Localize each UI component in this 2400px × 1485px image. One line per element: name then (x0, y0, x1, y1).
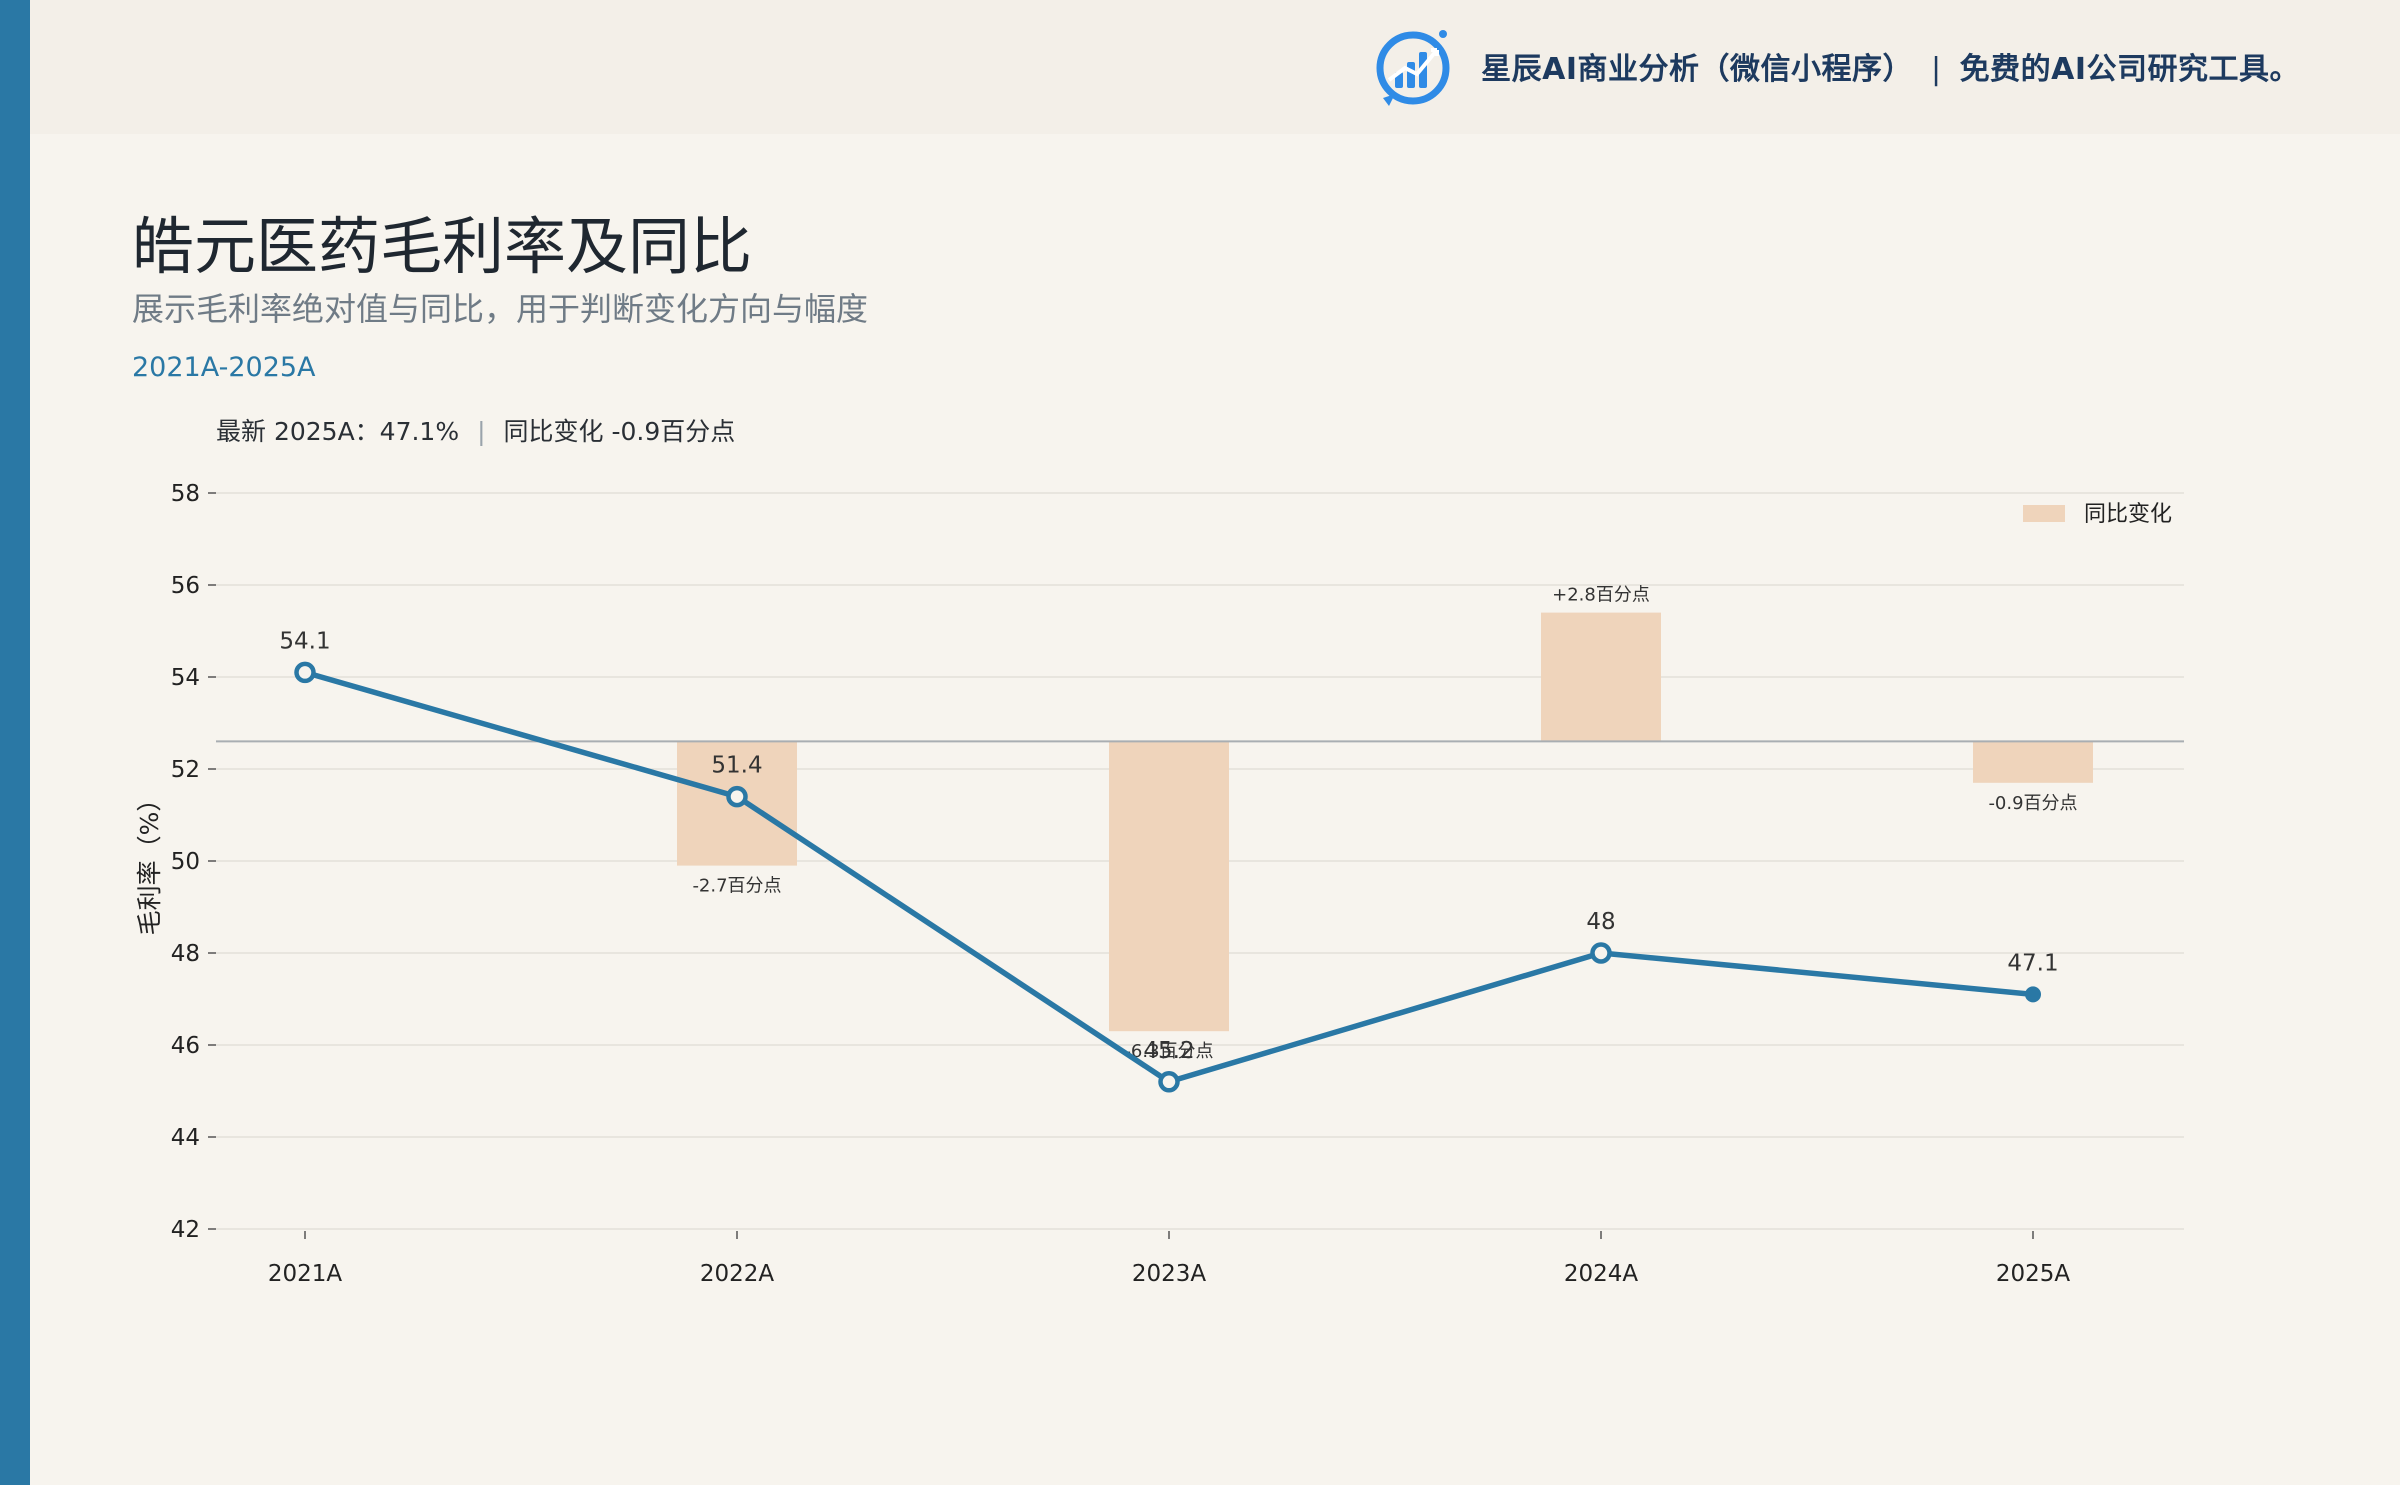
data-value-label: 48 (1586, 909, 1615, 935)
data-point (2025, 986, 2041, 1003)
page-title: 皓元医药毛利率及同比 (132, 210, 753, 283)
x-tick-label: 2025A (1996, 1261, 2071, 1287)
chart-area: 42 44 46 48 50 52 54 56 58 毛利率（%） 2021A 2022A 2023A 2… (0, 440, 2400, 1340)
yoy-bar-label: -0.9百分点 (1988, 793, 2077, 814)
y-axis-label: 毛利率（%） (135, 787, 164, 936)
x-tick-label: 2021A (268, 1261, 343, 1287)
data-point (1158, 1071, 1180, 1093)
y-tick-label: 52 (171, 757, 200, 783)
brand-separator: | (1931, 52, 1942, 87)
legend-label: 同比变化 (2084, 502, 2172, 527)
brand-tagline: 免费的AI公司研究工具。 (1959, 52, 2300, 87)
brand-text: 星辰AI商业分析（微信小程序） | 免费的AI公司研究工具。 (1481, 44, 2300, 88)
data-point (1590, 942, 1612, 964)
gross-margin-chart: 42 44 46 48 50 52 54 56 58 毛利率（%） 2021A 2022A 2023A 2… (135, 481, 2184, 1287)
y-tick-label: 50 (171, 849, 200, 875)
page-subtitle: 展示毛利率绝对值与同比，用于判断变化方向与幅度 (132, 290, 869, 328)
brand-bar: 星辰AI商业分析（微信小程序） | 免费的AI公司研究工具。 (1373, 24, 2300, 108)
y-tick-label: 54 (171, 665, 200, 691)
x-tick-label: 2022A (700, 1261, 775, 1287)
yoy-bar-label: -2.7百分点 (692, 876, 781, 897)
data-point (726, 785, 748, 808)
x-tick-label: 2023A (1132, 1261, 1207, 1287)
legend-swatch (2023, 505, 2065, 522)
data-point (294, 661, 316, 684)
yoy-bar (1541, 612, 1661, 742)
y-tick-label: 48 (171, 941, 200, 967)
yoy-bar (1109, 741, 1229, 1032)
y-tick-label: 58 (171, 481, 200, 507)
data-value-label: 47.1 (2007, 950, 2058, 976)
y-tick-label: 56 (171, 573, 200, 599)
brand-name: 星辰AI商业分析（微信小程序） (1481, 52, 1913, 87)
data-value-label: 54.1 (279, 628, 330, 654)
y-tick-label: 42 (171, 1217, 200, 1243)
data-value-label: 45.2 (1143, 1038, 1194, 1064)
y-tick-label: 46 (171, 1033, 200, 1059)
x-tick-label: 2024A (1564, 1261, 1639, 1287)
brand-logo-icon (1376, 30, 1450, 106)
yoy-bar-label: +2.8百分点 (1552, 585, 1650, 606)
yoy-bar (1973, 741, 2093, 783)
data-value-label: 51.4 (711, 753, 762, 779)
y-tick-label: 44 (171, 1125, 200, 1151)
period-label: 2021A-2025A (132, 352, 316, 383)
